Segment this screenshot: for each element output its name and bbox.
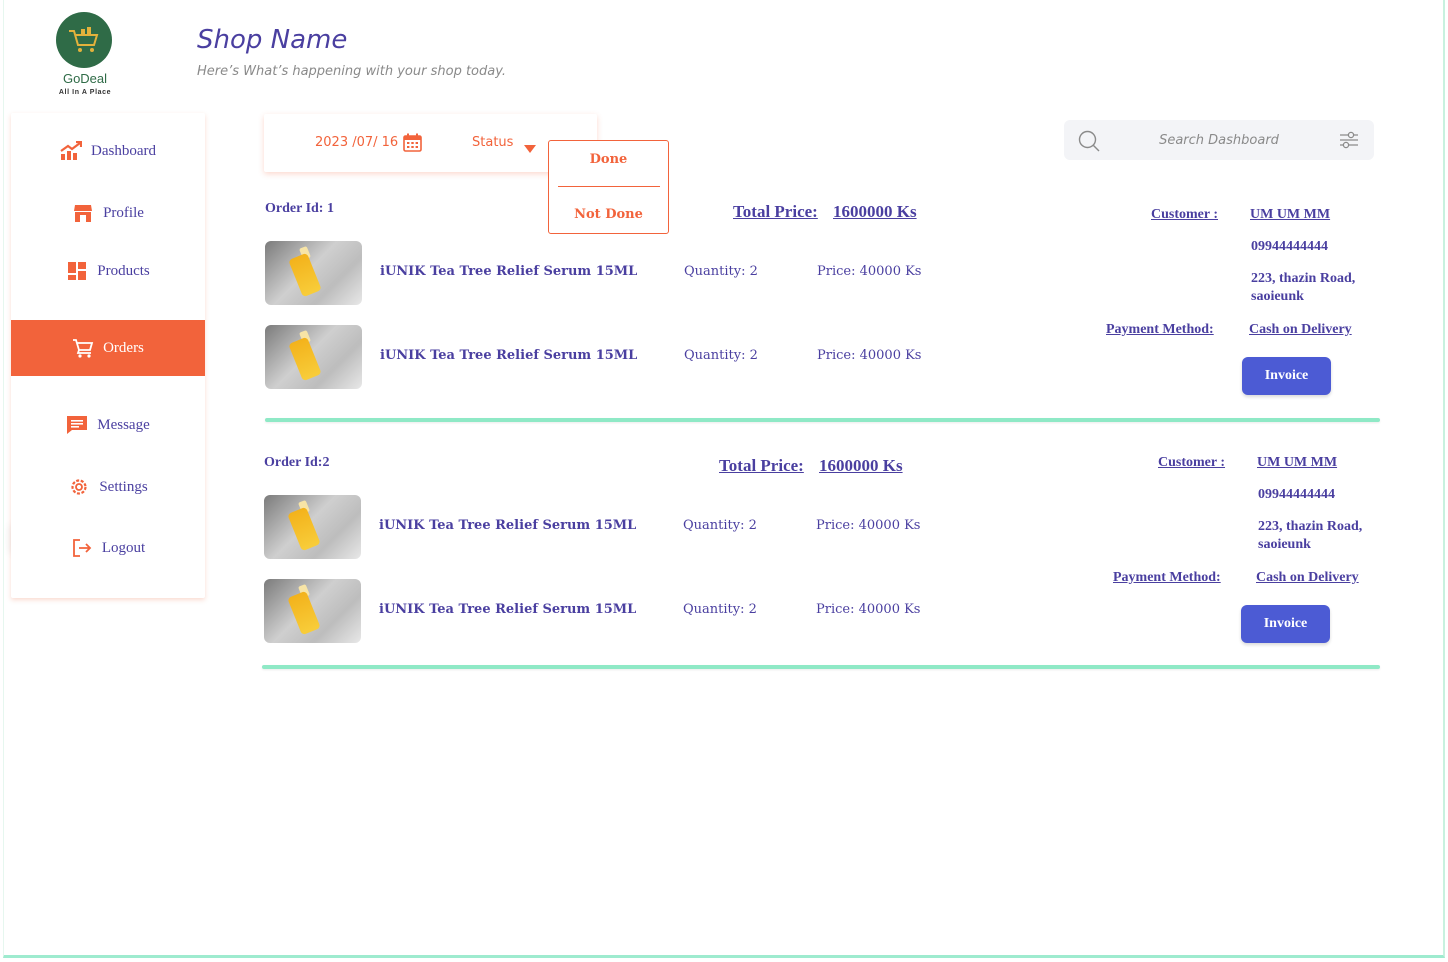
- sidebar-item-label: Message: [97, 416, 150, 433]
- item-price: Price: 40000 Ks: [816, 518, 921, 533]
- cart-icon: [72, 337, 94, 359]
- order-divider: [262, 665, 1380, 669]
- sidebar-item-label: Orders: [103, 339, 144, 356]
- payment-method-label: Payment Method:: [1113, 570, 1221, 585]
- total-price-label: Total Price:: [719, 456, 804, 475]
- item-name: iUNIK Tea Tree Relief Serum 15ML: [380, 348, 638, 363]
- item-quantity: Quantity: 2: [684, 264, 758, 279]
- customer-name[interactable]: UM UM MM: [1257, 455, 1337, 471]
- sidebar-item-label: Products: [97, 262, 150, 279]
- item-name: iUNIK Tea Tree Relief Serum 15ML: [380, 264, 638, 279]
- order-card: Order Id:2 Total Price: 1600000 Ks iUNIK…: [0, 0, 1448, 669]
- payment-method-value: Cash on Delivery: [1249, 322, 1352, 337]
- sidebar-item-message[interactable]: Message: [11, 397, 205, 453]
- customer-address: 223, thazin Road, saoieunk: [1251, 271, 1356, 304]
- item-name: iUNIK Tea Tree Relief Serum 15ML: [379, 602, 637, 617]
- item-price: Price: 40000 Ks: [817, 264, 922, 279]
- item-price: Price: 40000 Ks: [816, 602, 921, 617]
- order-item-row[interactable]: iUNIK Tea Tree Relief Serum 15ML Quantit…: [264, 579, 964, 643]
- order-id: Order Id:2: [264, 455, 330, 470]
- product-image: [264, 579, 361, 643]
- gear-icon: [68, 476, 90, 498]
- order-item-row[interactable]: iUNIK Tea Tree Relief Serum 15ML Quantit…: [264, 495, 964, 559]
- customer-label: Customer :: [1158, 455, 1226, 470]
- customer-phone: 09944444444: [1258, 487, 1335, 502]
- sidebar-item-logout[interactable]: Logout: [11, 520, 205, 576]
- payment-method-value: Cash on Delivery: [1256, 570, 1359, 585]
- order-item-row[interactable]: iUNIK Tea Tree Relief Serum 15ML Quantit…: [265, 325, 965, 389]
- grid-icon: [66, 260, 88, 282]
- payment-method-label: Payment Method:: [1106, 322, 1214, 337]
- customer-address: 223, thazin Road, saoieunk: [1258, 519, 1363, 552]
- sidebar-item-label: Logout: [101, 539, 146, 556]
- item-quantity: Quantity: 2: [683, 602, 757, 617]
- item-quantity: Quantity: 2: [684, 348, 758, 363]
- logout-icon: [71, 537, 93, 559]
- order-divider: [265, 418, 1380, 422]
- item-price: Price: 40000 Ks: [817, 348, 922, 363]
- sidebar-item-orders[interactable]: Orders: [11, 320, 205, 376]
- item-quantity: Quantity: 2: [683, 518, 757, 533]
- item-name: iUNIK Tea Tree Relief Serum 15ML: [379, 518, 637, 533]
- sidebar-item-settings[interactable]: Settings: [11, 459, 205, 515]
- invoice-button[interactable]: Invoice: [1242, 357, 1331, 395]
- total-price-value: 1600000 Ks: [819, 456, 903, 475]
- product-image: [264, 495, 361, 559]
- invoice-button[interactable]: Invoice: [1241, 605, 1330, 643]
- product-image: [265, 325, 362, 389]
- message-icon: [66, 414, 88, 436]
- sidebar-item-label: Settings: [99, 478, 148, 495]
